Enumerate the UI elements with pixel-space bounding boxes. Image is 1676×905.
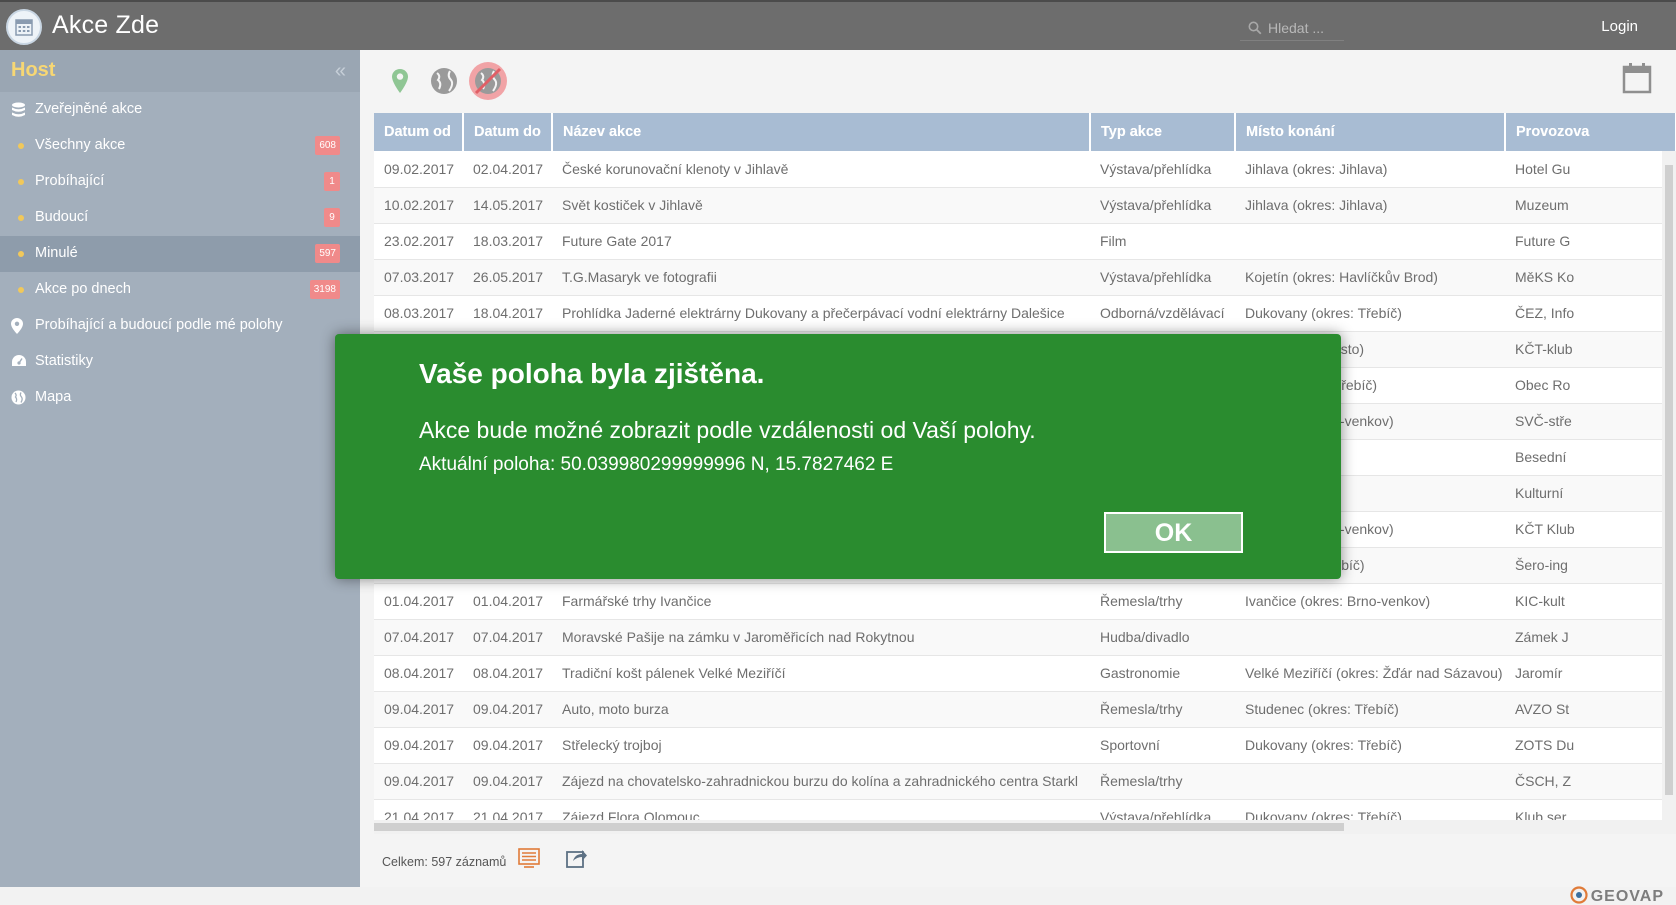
ok-button[interactable]: OK (1104, 512, 1243, 553)
dialog-title: Vaše poloha byla zjištěna. (419, 358, 765, 389)
dialog-position: Aktuální poloha: 50.039980299999996 N, 1… (419, 454, 894, 475)
dialog-message: Akce bude možné zobrazit podle vzdálenos… (419, 417, 1036, 443)
dialog-overlay: Vaše poloha byla zjištěna. Akce bude mož… (0, 0, 1676, 905)
location-dialog: Vaše poloha byla zjištěna. Akce bude mož… (335, 334, 1341, 579)
